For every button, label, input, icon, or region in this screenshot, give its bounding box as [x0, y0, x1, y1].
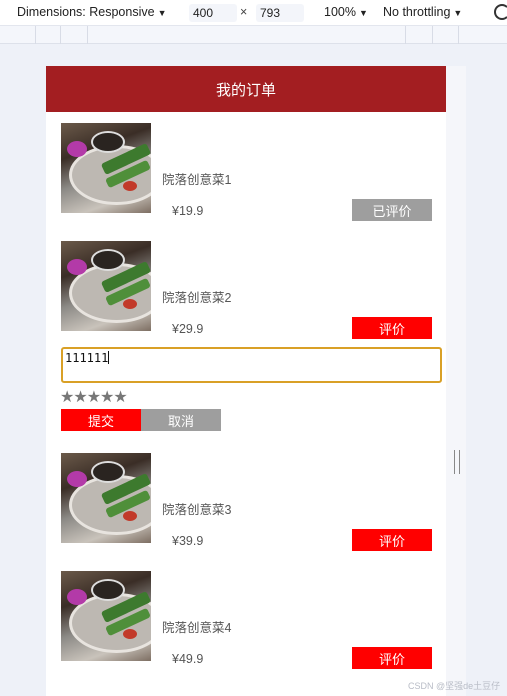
dish-name: 院落创意菜4	[162, 621, 232, 635]
height-input[interactable]: 793	[256, 4, 304, 22]
caret-down-icon: ▼	[157, 8, 167, 18]
resize-handle[interactable]	[454, 450, 460, 474]
cancel-button[interactable]: 取消	[141, 409, 221, 431]
caret-down-icon: ▼	[453, 8, 463, 18]
submit-button[interactable]: 提交	[61, 409, 141, 431]
zoom-dropdown[interactable]: 100% ▼	[324, 5, 368, 19]
dimensions-label: Dimensions: Responsive	[17, 5, 155, 19]
review-input[interactable]: 111111	[61, 347, 442, 383]
review-button[interactable]: 评价	[352, 529, 432, 551]
device-viewport: 我的订单 院落创意菜1 ¥19.9 已评价 院落创意菜2 ¥29.9 评价 11…	[46, 66, 466, 696]
dish-name: 院落创意菜2	[162, 291, 232, 305]
dish-name: 院落创意菜1	[162, 173, 232, 187]
dish-price: ¥39.9	[172, 534, 204, 548]
text-cursor	[108, 351, 110, 364]
order-item: 院落创意菜2 ¥29.9 评价	[61, 241, 432, 339]
dish-price: ¥19.9	[172, 204, 204, 218]
times-sign: ×	[240, 5, 248, 19]
watermark: CSDN @坚强de土豆仔	[408, 681, 501, 691]
dish-image	[61, 453, 151, 543]
dish-price: ¥49.9	[172, 652, 204, 666]
order-item: 院落创意菜3 ¥39.9 评价	[61, 453, 432, 551]
page-title: 我的订单	[215, 81, 276, 99]
rating-stars[interactable]: ★★★★★	[60, 387, 128, 407]
devtools-toolbar: Dimensions: Responsive ▼ 400 × 793 100% ▼ …	[0, 0, 507, 26]
review-button[interactable]: 评价	[352, 647, 432, 669]
page-header: 我的订单	[46, 66, 446, 112]
caret-down-icon: ▼	[358, 8, 368, 18]
dish-name: 院落创意菜3	[162, 503, 232, 517]
review-button[interactable]: 评价	[352, 317, 432, 339]
throttling-label: No throttling	[383, 5, 451, 19]
order-item: 院落创意菜4 ¥49.9 评价	[61, 571, 432, 669]
viewport-scrollbar	[446, 66, 466, 696]
dish-image	[61, 123, 151, 213]
order-item: 院落创意菜1 ¥19.9 已评价	[61, 123, 432, 221]
dish-price: ¥29.9	[172, 322, 204, 336]
dimensions-dropdown[interactable]: Dimensions: Responsive ▼	[17, 5, 166, 19]
media-query-ruler	[0, 26, 507, 44]
dish-image	[61, 571, 151, 661]
zoom-label: 100%	[324, 5, 356, 19]
review-input-value: 111111	[65, 351, 109, 365]
throttling-dropdown[interactable]: No throttling ▼	[383, 5, 462, 19]
rotate-icon[interactable]	[494, 4, 507, 20]
width-input[interactable]: 400	[189, 4, 237, 22]
dish-image	[61, 241, 151, 331]
reviewed-button[interactable]: 已评价	[352, 199, 432, 221]
